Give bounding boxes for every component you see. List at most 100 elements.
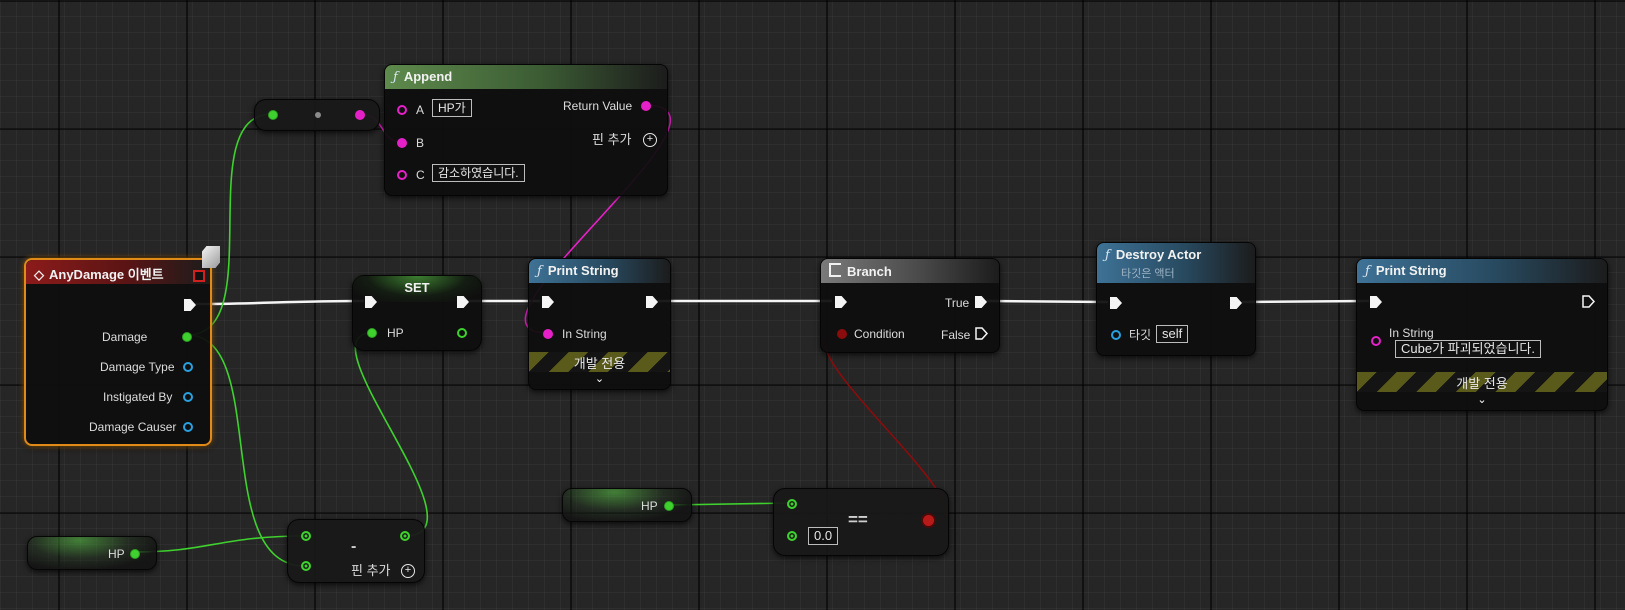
function-icon: ƒ [393,70,398,85]
print-string-2-in-string-label: In String [1389,326,1434,340]
float-wire-subtract-set [354,332,429,537]
hp-getter-1-label: HP [108,547,125,561]
dev-only-banner: 개발 전용 [529,352,670,372]
print-string-node-2[interactable]: ƒ Print String In String Cube가 파괴되었습니다. 개… [1356,258,1608,411]
equals-b-field[interactable]: 0.0 [808,527,839,545]
branch-condition-pin[interactable] [837,329,847,339]
branch-false-label: False [941,328,971,342]
any-damage-exec-out[interactable] [184,299,196,311]
damage-label: Damage [102,330,148,344]
print-string-2-header[interactable]: ƒ Print String [1357,259,1607,283]
branch-header[interactable]: Branch [821,259,999,283]
exec-wire-branch-destroy [985,299,1109,304]
print-string-1-exec-in[interactable] [542,296,554,308]
equals-operator: == [848,510,868,529]
hp-getter-2-pin[interactable] [664,501,674,511]
damage-type-pin[interactable] [183,362,193,372]
hp-getter-1-pin[interactable] [130,549,140,559]
to-string-input-pin[interactable] [268,110,278,120]
to-string-node[interactable] [254,99,380,131]
append-c-field[interactable]: 감소하였습니다. [432,164,525,182]
destroy-actor-target-pin[interactable] [1111,330,1121,340]
set-hp-label: HP [387,326,404,340]
damage-pin[interactable] [182,332,192,342]
append-header[interactable]: ƒ Append [385,65,667,89]
append-return-pin[interactable] [641,101,651,111]
chevron-down-icon[interactable]: ⌄ [1357,393,1607,406]
subtract-node[interactable]: - 핀 추가 + [287,519,425,583]
print-string-2-in-string-pin[interactable] [1371,336,1381,346]
hp-getter-node-2[interactable]: HP [562,488,692,522]
instigated-by-pin[interactable] [183,392,193,402]
append-a-field[interactable]: HP가 [432,99,472,117]
delegate-pin[interactable] [193,270,205,282]
branch-title: Branch [847,264,892,279]
exec-wire-destroy-print [1241,299,1370,304]
print-string-1-exec-out[interactable] [646,296,658,308]
append-pin-c[interactable] [397,170,407,180]
chevron-down-icon[interactable]: ⌄ [529,372,670,385]
to-string-output-pin[interactable] [355,110,365,120]
instigated-by-label: Instigated By [103,390,173,404]
subtract-output-pin[interactable] [400,531,410,541]
destroy-actor-exec-in[interactable] [1110,297,1122,309]
set-hp-output-pin[interactable] [457,328,467,338]
dev-only-label: 개발 전용 [1456,376,1508,391]
subtract-operator: - [351,538,357,555]
append-pin-a[interactable] [397,105,407,115]
append-title: Append [403,69,453,84]
destroy-actor-subtitle: 타깃은 액터 [1121,268,1175,280]
damage-causer-pin[interactable] [183,422,193,432]
set-hp-input-pin[interactable] [367,328,377,338]
function-icon: ƒ [1365,264,1370,279]
hp-getter-2-label: HP [641,499,658,513]
replicated-icon [202,246,220,268]
equals-input-a-pin[interactable] [787,499,797,509]
append-pin-b-label: B [416,136,425,150]
destroy-actor-exec-out[interactable] [1230,297,1242,309]
print-string-1-in-string-label: In String [562,327,607,341]
print-string-1-in-string-pin[interactable] [543,329,553,339]
subtract-input-a-pin[interactable] [301,531,311,541]
print-string-1-header[interactable]: ƒ Print String [529,259,670,283]
subtract-input-b-pin[interactable] [301,561,311,571]
any-damage-event-node[interactable]: ◇ AnyDamage 이벤트 Damage Damage Type Instig… [24,246,220,446]
append-pin-b[interactable] [397,138,407,148]
print-string-2-in-string-field[interactable]: Cube가 파괴되었습니다. [1395,340,1541,358]
equals-node[interactable]: 0.0 == [773,488,949,556]
dev-only-label: 개발 전용 [573,356,626,371]
append-node[interactable]: ƒ Append A HP가 B C 감소하였습니다. Return Value … [384,64,668,196]
destroy-actor-title: Destroy Actor [1115,247,1202,262]
branch-condition-label: Condition [854,327,905,341]
any-damage-title: AnyDamage 이벤트 [49,267,164,282]
set-hp-node[interactable]: SET HP [352,275,482,351]
function-icon: ƒ [1105,248,1110,263]
damage-causer-label: Damage Causer [89,420,177,434]
branch-true-label: True [945,296,970,310]
dev-only-banner: 개발 전용 [1357,372,1607,392]
branch-icon [829,263,841,277]
print-string-node-1[interactable]: ƒ Print String In String 개발 전용 ⌄ [528,258,671,390]
damage-type-label: Damage Type [100,360,175,374]
destroy-actor-header[interactable]: ƒ Destroy Actor 타깃은 액터 [1097,243,1255,283]
add-pin-icon[interactable]: + [643,133,657,147]
print-string-2-exec-in[interactable] [1370,296,1382,308]
event-icon: ◇ [34,267,44,282]
equals-output-pin[interactable] [923,515,934,526]
float-wire-hp-subtract [133,535,306,553]
print-string-2-exec-out[interactable] [1582,295,1595,308]
branch-true-exec-out[interactable] [975,296,987,308]
print-string-1-title: Print String [547,263,619,278]
branch-false-exec-out[interactable] [975,327,988,340]
destroy-actor-node[interactable]: ƒ Destroy Actor 타깃은 액터 타깃 self [1096,242,1256,356]
branch-exec-in[interactable] [835,296,847,308]
destroy-actor-target-field[interactable]: self [1156,325,1189,343]
destroy-actor-target-label: 타깃 [1129,328,1152,342]
branch-node[interactable]: Branch True Condition False [820,258,1000,353]
hp-getter-node-1[interactable]: HP [27,536,157,570]
add-pin-icon[interactable]: + [401,564,415,578]
append-pin-a-label: A [416,103,425,117]
any-damage-header[interactable]: ◇ AnyDamage 이벤트 [26,260,210,284]
print-string-2-title: Print String [1375,263,1447,278]
equals-input-b-pin[interactable] [787,531,797,541]
